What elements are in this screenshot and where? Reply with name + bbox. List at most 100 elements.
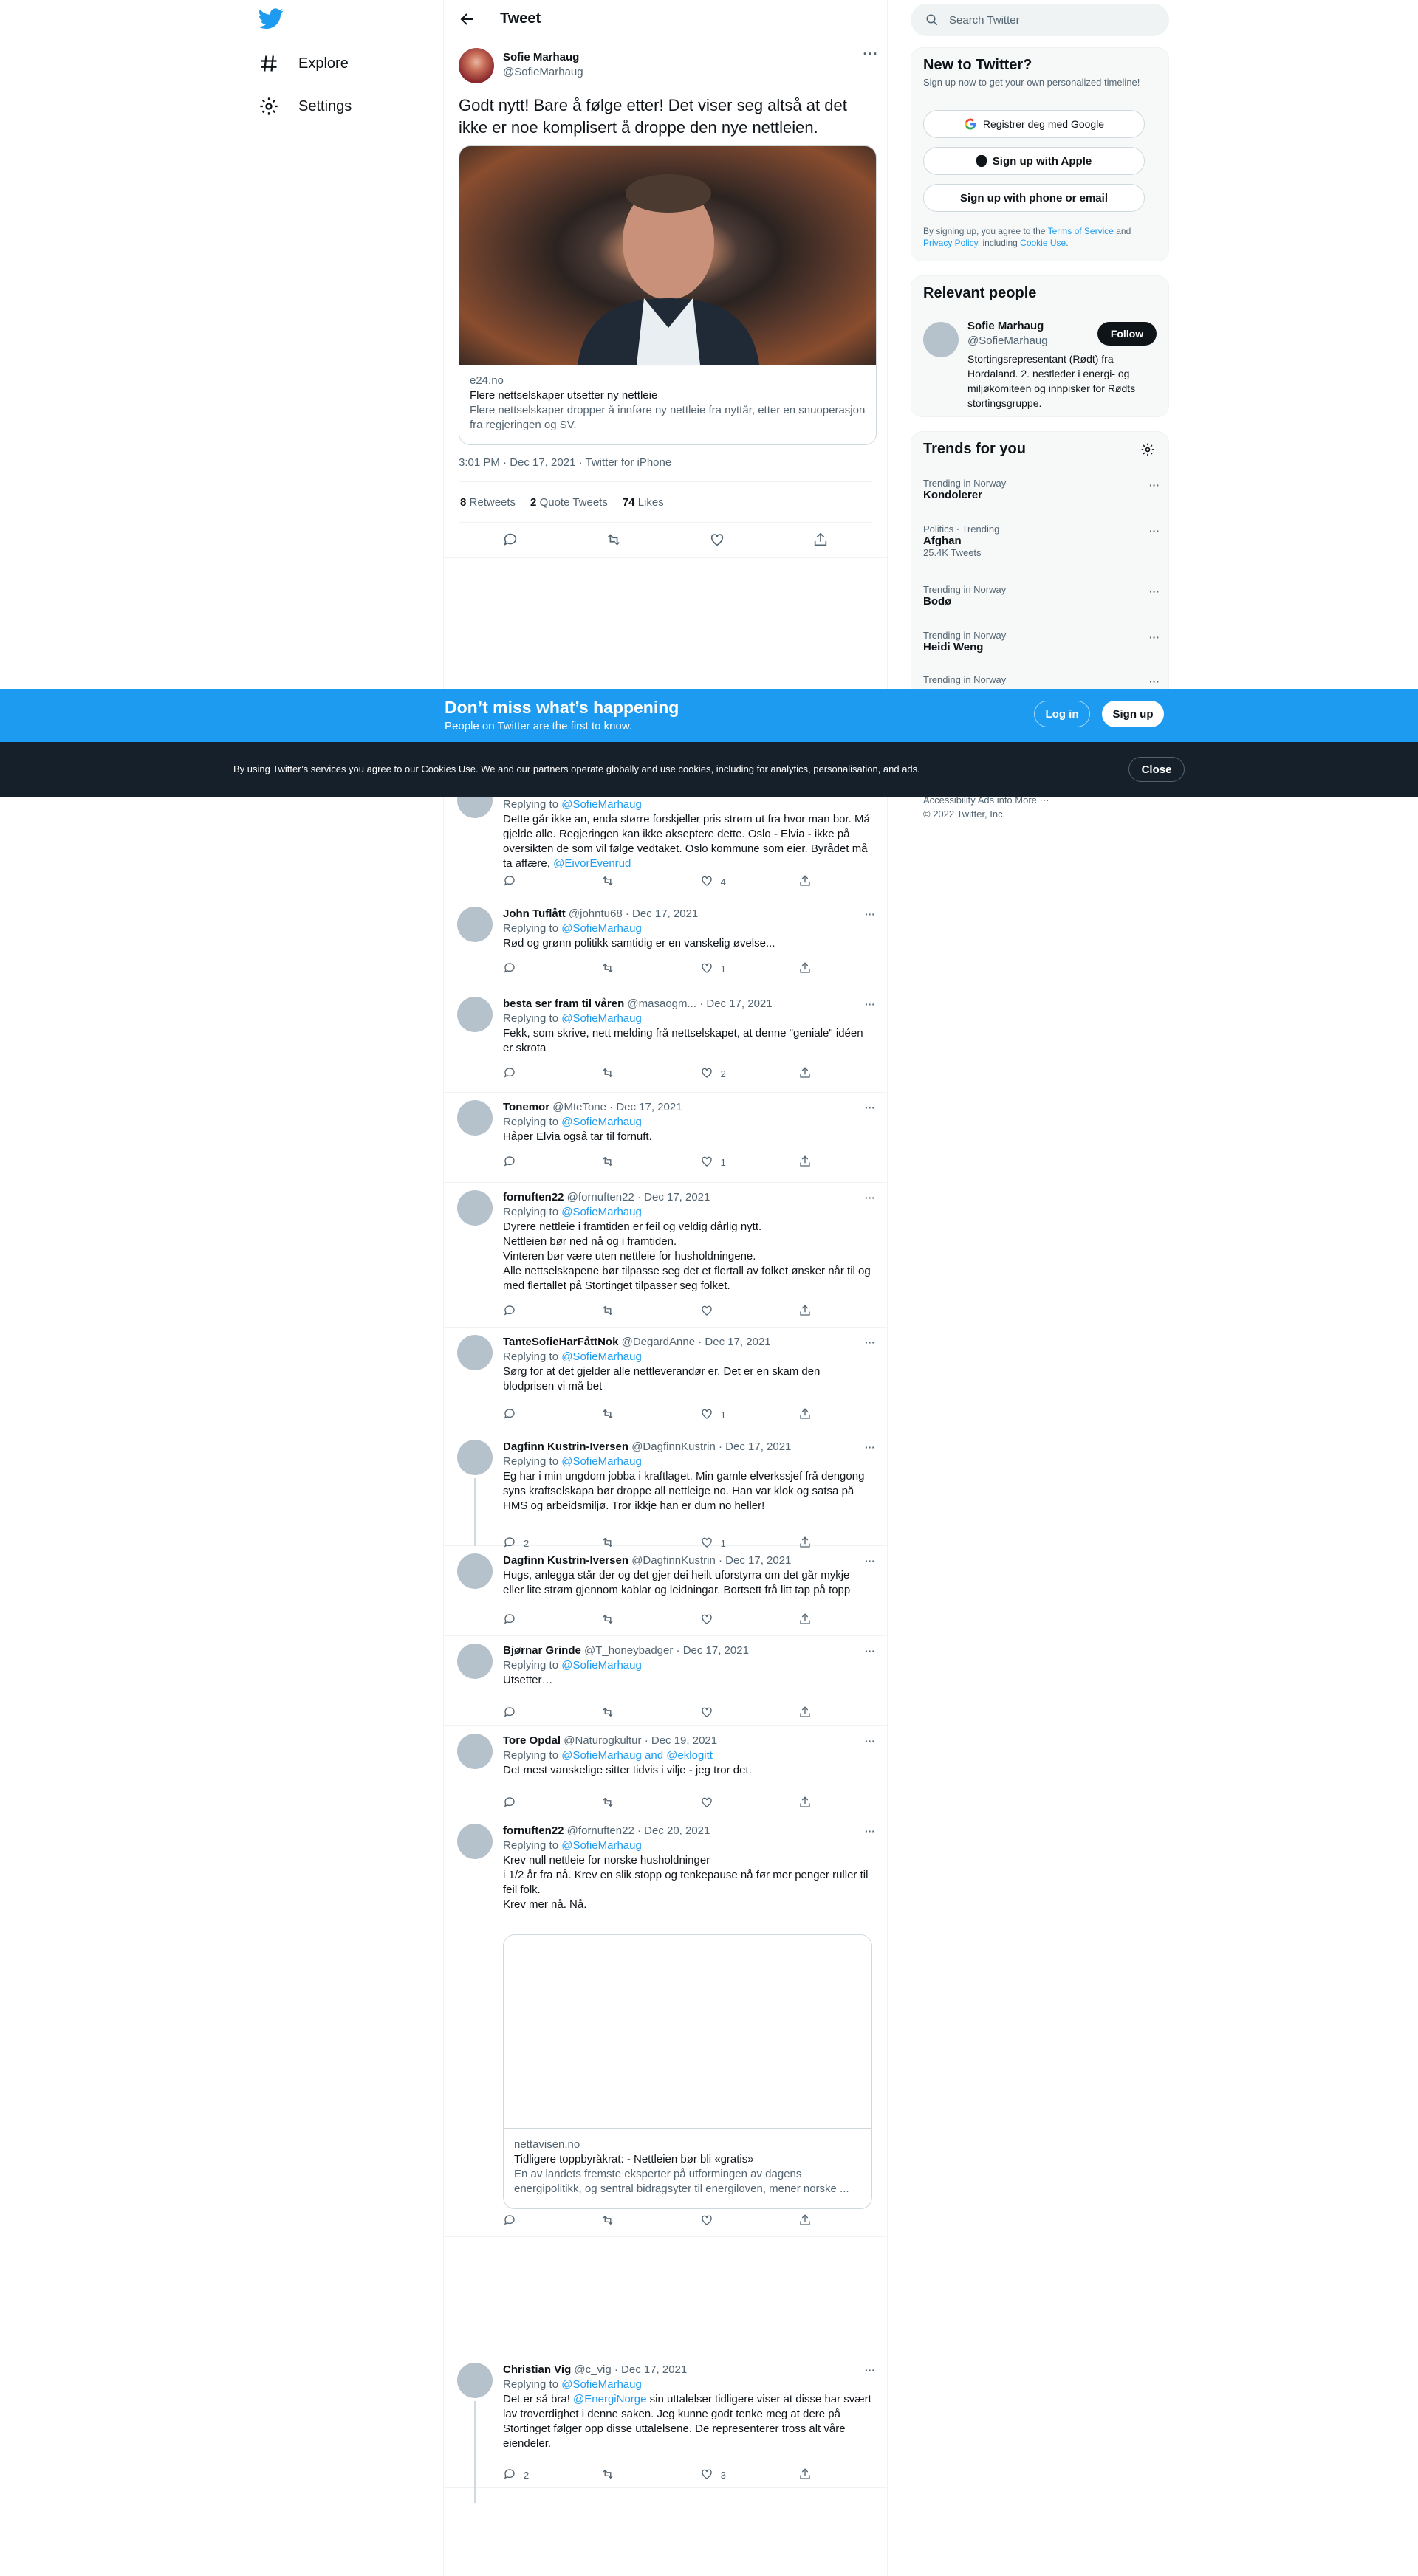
more-options-icon[interactable]: ··· bbox=[1149, 479, 1160, 491]
reply-tweet[interactable]: Christian Vig @c_vig · Dec 17, 2021 ··· Re… bbox=[444, 2355, 887, 2503]
more-options-icon[interactable]: ··· bbox=[865, 1735, 875, 1747]
reply-mention-link[interactable]: @SofieMarhaug bbox=[561, 1350, 642, 1363]
reply-mention-link[interactable]: @SofieMarhaug bbox=[561, 1839, 642, 1852]
reply-mention-link[interactable]: @SofieMarhaug bbox=[561, 1206, 642, 1218]
reply-header[interactable]: Dagfinn Kustrin-Iversen @DagfinnKustrin … bbox=[503, 1553, 791, 1568]
reply-mention-link[interactable]: @SofieMarhaug bbox=[561, 1455, 642, 1468]
nav-explore[interactable]: Explore bbox=[258, 53, 349, 74]
share-button[interactable] bbox=[798, 1706, 821, 1721]
reply-avatar[interactable] bbox=[457, 997, 493, 1032]
share-button[interactable] bbox=[798, 1612, 821, 1628]
share-button[interactable] bbox=[798, 1407, 821, 1423]
reply-button[interactable] bbox=[503, 1612, 569, 1628]
search-box[interactable]: Search Twitter bbox=[911, 4, 1169, 36]
more-options-icon[interactable]: ··· bbox=[865, 1645, 875, 1657]
author-avatar[interactable] bbox=[459, 48, 494, 83]
reply-button[interactable] bbox=[503, 2213, 569, 2229]
more-options-icon[interactable]: ··· bbox=[865, 1441, 875, 1453]
reply-button[interactable] bbox=[503, 1407, 569, 1423]
nav-settings[interactable]: Settings bbox=[258, 96, 352, 117]
reply-mention-link[interactable]: @SofieMarhaug and @eklogitt bbox=[561, 1749, 713, 1762]
reply-avatar[interactable] bbox=[457, 1553, 493, 1589]
share-button[interactable] bbox=[798, 874, 821, 890]
phone-signup-button[interactable]: Sign up with phone or email bbox=[923, 184, 1145, 212]
follow-button[interactable]: Follow bbox=[1097, 322, 1157, 346]
reply-button[interactable] bbox=[503, 1304, 569, 1319]
retweet-button[interactable] bbox=[601, 1155, 668, 1170]
more-options-icon[interactable]: ··· bbox=[865, 1192, 875, 1203]
more-options-icon[interactable]: ··· bbox=[862, 47, 880, 66]
reply-button[interactable] bbox=[503, 1066, 569, 1082]
reply-avatar[interactable] bbox=[457, 1190, 493, 1226]
retweet-button[interactable] bbox=[601, 1407, 668, 1423]
link-card[interactable]: nettavisen.no Tidligere toppbyråkrat: - N… bbox=[503, 1934, 872, 2209]
reply-header[interactable]: TanteSofieHarFåttNok @DegardAnne · Dec 1… bbox=[503, 1335, 771, 1350]
share-button[interactable] bbox=[798, 1304, 821, 1319]
twitter-logo-icon[interactable] bbox=[258, 6, 284, 31]
like-icon[interactable] bbox=[709, 532, 725, 548]
share-button[interactable] bbox=[798, 2213, 821, 2229]
more-options-icon[interactable]: ··· bbox=[865, 2364, 875, 2376]
terms-link[interactable]: Terms of Service bbox=[1048, 226, 1114, 236]
share-button[interactable] bbox=[798, 961, 821, 977]
apple-signup-button[interactable]: Sign up with Apple bbox=[923, 147, 1145, 175]
like-button[interactable]: 2 bbox=[700, 1066, 767, 1082]
quotes-stat[interactable]: 2 Quote Tweets bbox=[530, 496, 608, 509]
retweet-button[interactable] bbox=[601, 1304, 668, 1319]
reply-tweet[interactable]: TanteSofieHarFåttNok @DegardAnne · Dec 1… bbox=[444, 1328, 887, 1432]
reply-header[interactable]: fornuften22 @fornuften22 · Dec 20, 2021 bbox=[503, 1824, 710, 1838]
more-options-icon[interactable]: ··· bbox=[865, 1336, 875, 1348]
reply-avatar[interactable] bbox=[457, 1824, 493, 1859]
more-options-icon[interactable]: ··· bbox=[1149, 585, 1160, 597]
reply-icon[interactable] bbox=[502, 532, 518, 548]
google-signup-button[interactable]: Registrer deg med Google bbox=[923, 110, 1145, 138]
reply-tweet[interactable]: Dagfinn Kustrin-Iversen @DagfinnKustrin … bbox=[444, 1546, 887, 1636]
tweet-timestamp[interactable]: 3:01 PM · Dec 17, 2021 · Twitter for iPh… bbox=[459, 456, 671, 469]
more-options-icon[interactable]: ··· bbox=[865, 908, 875, 920]
retweet-button[interactable] bbox=[601, 2467, 668, 2483]
settings-gear-icon[interactable] bbox=[1140, 442, 1155, 457]
like-button[interactable]: 1 bbox=[700, 961, 767, 977]
cookie-close-button[interactable]: Close bbox=[1128, 757, 1185, 782]
reply-avatar[interactable] bbox=[457, 2363, 493, 2398]
more-options-icon[interactable]: ··· bbox=[865, 1555, 875, 1567]
reply-mention-link[interactable]: @SofieMarhaug bbox=[561, 1116, 642, 1128]
like-button[interactable]: 1 bbox=[700, 1407, 767, 1423]
retweet-button[interactable] bbox=[601, 874, 668, 890]
reply-button[interactable] bbox=[503, 1796, 569, 1811]
like-button[interactable] bbox=[700, 1304, 767, 1319]
reply-tweet[interactable]: besta ser fram til våren @masaogm... · D… bbox=[444, 989, 887, 1093]
reply-button[interactable] bbox=[503, 1155, 569, 1170]
reply-mention-link[interactable]: @SofieMarhaug bbox=[561, 1012, 642, 1025]
reply-avatar[interactable] bbox=[457, 1734, 493, 1769]
reply-header[interactable]: Tonemor @MteTone · Dec 17, 2021 bbox=[503, 1100, 682, 1115]
like-button[interactable] bbox=[700, 1612, 767, 1628]
more-options-icon[interactable]: ··· bbox=[1149, 525, 1160, 537]
more-options-icon[interactable]: ··· bbox=[1149, 631, 1160, 643]
retweets-stat[interactable]: 8 Retweets bbox=[460, 496, 516, 509]
reply-tweet[interactable]: John Tuflått @johntu68 · Dec 17, 2021 ···… bbox=[444, 899, 887, 989]
back-arrow-icon[interactable] bbox=[459, 10, 476, 28]
author-info[interactable]: Sofie Marhaug @SofieMarhaug bbox=[503, 50, 583, 80]
retweet-icon[interactable] bbox=[606, 532, 622, 548]
reply-tweet[interactable]: Dagfinn Kustrin-Iversen @DagfinnKustrin … bbox=[444, 1432, 887, 1549]
reply-header[interactable]: Tore Opdal @Naturogkultur · Dec 19, 2021 bbox=[503, 1734, 717, 1748]
reply-button[interactable]: 2 bbox=[503, 2467, 569, 2483]
likes-stat[interactable]: 74 Likes bbox=[623, 496, 664, 509]
share-button[interactable] bbox=[798, 1066, 821, 1082]
reply-tweet[interactable]: fornuften22 @fornuften22 · Dec 20, 2021 ·… bbox=[444, 1816, 887, 2237]
privacy-link[interactable]: Privacy Policy bbox=[923, 238, 978, 248]
reply-tweet[interactable]: Tore Opdal @Naturogkultur · Dec 19, 2021… bbox=[444, 1726, 887, 1816]
reply-header[interactable]: fornuften22 @fornuften22 · Dec 17, 2021 bbox=[503, 1190, 710, 1205]
like-button[interactable] bbox=[700, 2213, 767, 2229]
share-icon[interactable] bbox=[812, 532, 829, 548]
link-card[interactable]: e24.no Flere nettselskaper utsetter ny n… bbox=[459, 145, 877, 445]
reply-mention-link[interactable]: @SofieMarhaug bbox=[561, 798, 642, 811]
like-button[interactable]: 4 bbox=[700, 874, 767, 890]
like-button[interactable]: 3 bbox=[700, 2467, 767, 2483]
mention-link[interactable]: @EivorEvenrud bbox=[553, 857, 631, 870]
retweet-button[interactable] bbox=[601, 1706, 668, 1721]
reply-avatar[interactable] bbox=[457, 907, 493, 942]
reply-button[interactable] bbox=[503, 874, 569, 890]
reply-header[interactable]: Christian Vig @c_vig · Dec 17, 2021 bbox=[503, 2363, 687, 2377]
